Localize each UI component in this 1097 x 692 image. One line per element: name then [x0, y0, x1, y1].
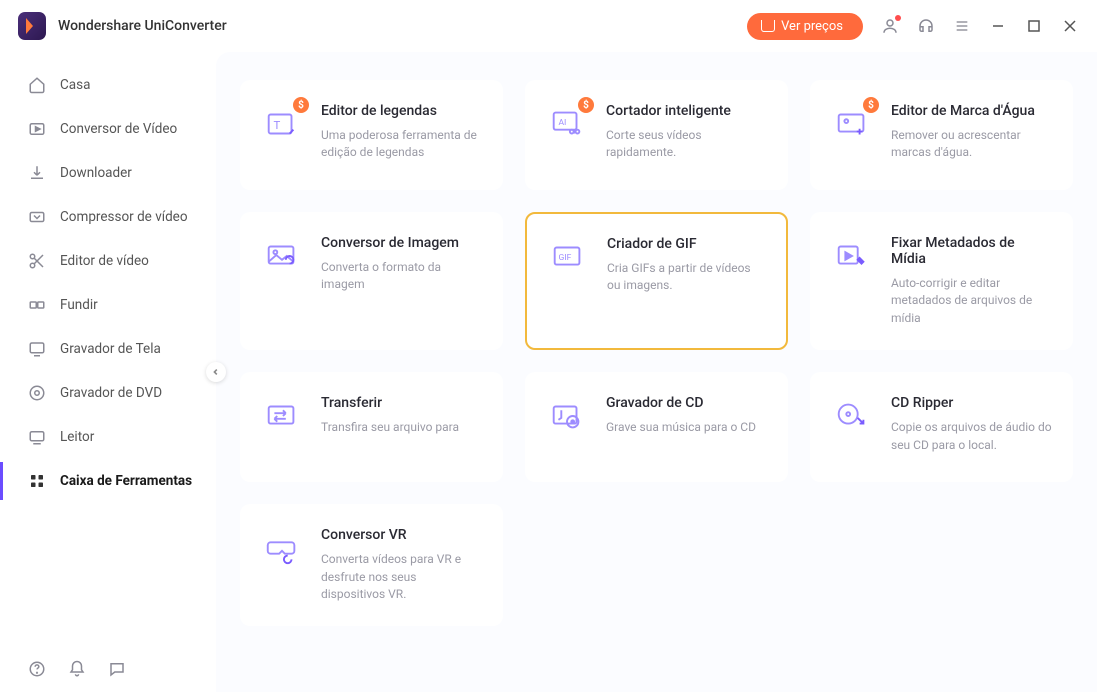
- tool-desc: Corte seus vídeos rapidamente.: [606, 127, 767, 162]
- svg-text:AI: AI: [558, 118, 566, 128]
- tool-card-watermark-editor[interactable]: $ Editor de Marca d'Água Remover ou acre…: [810, 80, 1073, 190]
- hamburger-menu-icon[interactable]: [953, 17, 971, 35]
- app-logo-icon: [18, 12, 46, 40]
- tool-card-cd-burner[interactable]: Gravador de CD Grave sua música para o C…: [525, 372, 788, 482]
- compressor-icon: [28, 208, 46, 226]
- watermark-editor-icon: $: [831, 103, 873, 145]
- notifications-bell-icon[interactable]: [68, 660, 86, 678]
- tool-card-vr-converter[interactable]: Conversor VR Converta vídeos para VR e d…: [240, 504, 503, 626]
- toolbox-icon: [28, 472, 46, 490]
- sidebar-collapse-button[interactable]: [206, 362, 226, 382]
- paid-badge-icon: $: [293, 97, 309, 113]
- app-title: Wondershare UniConverter: [58, 18, 227, 34]
- sidebar-item-home[interactable]: Casa: [0, 66, 216, 104]
- titlebar: Wondershare UniConverter Ver preços: [0, 0, 1097, 52]
- sidebar-item-label: Editor de vídeo: [60, 253, 149, 269]
- tool-title: Editor de legendas: [321, 103, 482, 119]
- tool-desc: Cria GIFs a partir de vídeos ou imagens.: [607, 260, 766, 295]
- gif-maker-icon: GIF: [547, 236, 589, 278]
- cd-burner-icon: [546, 395, 588, 437]
- sidebar-item-merge[interactable]: Fundir: [0, 286, 216, 324]
- window-minimize-button[interactable]: [989, 17, 1007, 35]
- tool-title: CD Ripper: [891, 395, 1052, 411]
- svg-text:GIF: GIF: [559, 253, 572, 263]
- sidebar-item-video-converter[interactable]: Conversor de Vídeo: [0, 110, 216, 148]
- tool-desc: Converta vídeos para VR e desfrute nos s…: [321, 551, 482, 603]
- scissors-icon: [28, 252, 46, 270]
- player-icon: [28, 428, 46, 446]
- toolbox-content: T $ Editor de legendas Uma poderosa ferr…: [216, 52, 1097, 692]
- tool-title: Gravador de CD: [606, 395, 756, 411]
- support-headset-icon[interactable]: [917, 17, 935, 35]
- tool-desc: Uma poderosa ferramenta de edição de leg…: [321, 127, 482, 162]
- sidebar-item-downloader[interactable]: Downloader: [0, 154, 216, 192]
- tool-card-subtitle-editor[interactable]: T $ Editor de legendas Uma poderosa ferr…: [240, 80, 503, 190]
- sidebar-item-label: Caixa de Ferramentas: [60, 473, 192, 489]
- sidebar-item-label: Gravador de DVD: [60, 385, 162, 401]
- tool-desc: Copie os arquivos de áudio do seu CD par…: [891, 419, 1052, 454]
- tool-title: Transferir: [321, 395, 459, 411]
- sidebar-item-label: Casa: [60, 77, 90, 93]
- sidebar-item-label: Gravador de Tela: [60, 341, 161, 357]
- window-close-button[interactable]: [1061, 17, 1079, 35]
- tool-title: Editor de Marca d'Água: [891, 103, 1052, 119]
- image-converter-icon: [261, 235, 303, 277]
- download-icon: [28, 164, 46, 182]
- view-prices-label: Ver preços: [781, 19, 843, 34]
- tool-desc: Transfira seu arquivo para: [321, 419, 459, 436]
- tool-desc: Converta o formato da imagem: [321, 259, 482, 294]
- help-icon[interactable]: [28, 660, 46, 678]
- tool-desc: Grave sua música para o CD: [606, 419, 756, 436]
- feedback-chat-icon[interactable]: [108, 660, 126, 678]
- sidebar-item-label: Downloader: [60, 165, 132, 181]
- svg-text:T: T: [273, 118, 280, 132]
- tool-card-image-converter[interactable]: Conversor de Imagem Converta o formato d…: [240, 212, 503, 350]
- subtitle-editor-icon: T $: [261, 103, 303, 145]
- paid-badge-icon: $: [863, 97, 879, 113]
- tool-card-transfer[interactable]: Transferir Transfira seu arquivo para: [240, 372, 503, 482]
- sidebar-item-screen-recorder[interactable]: Gravador de Tela: [0, 330, 216, 368]
- cart-icon: [761, 20, 775, 32]
- sidebar-item-video-editor[interactable]: Editor de vídeo: [0, 242, 216, 280]
- transfer-icon: [261, 395, 303, 437]
- tool-card-cd-ripper[interactable]: CD Ripper Copie os arquivos de áudio do …: [810, 372, 1073, 482]
- tool-title: Conversor VR: [321, 527, 482, 543]
- sidebar: Casa Conversor de Vídeo Downloader Compr…: [0, 52, 216, 692]
- merge-icon: [28, 296, 46, 314]
- sidebar-item-label: Fundir: [60, 297, 98, 313]
- tool-title: Conversor de Imagem: [321, 235, 482, 251]
- fix-metadata-icon: [831, 235, 873, 277]
- cd-ripper-icon: [831, 395, 873, 437]
- user-account-icon[interactable]: [881, 17, 899, 35]
- paid-badge-icon: $: [578, 97, 594, 113]
- vr-converter-icon: [261, 527, 303, 569]
- sidebar-item-player[interactable]: Leitor: [0, 418, 216, 456]
- screen-recorder-icon: [28, 340, 46, 358]
- dvd-icon: [28, 384, 46, 402]
- tool-title: Criador de GIF: [607, 236, 766, 252]
- tool-desc: Auto-corrigir e editar metadados de arqu…: [891, 275, 1052, 327]
- tool-title: Cortador inteligente: [606, 103, 767, 119]
- tool-card-gif-maker[interactable]: GIF Criador de GIF Cria GIFs a partir de…: [525, 212, 788, 350]
- sidebar-item-dvd-burner[interactable]: Gravador de DVD: [0, 374, 216, 412]
- view-prices-button[interactable]: Ver preços: [747, 13, 863, 40]
- tool-desc: Remover ou acrescentar marcas d'água.: [891, 127, 1052, 162]
- sidebar-item-compressor[interactable]: Compressor de vídeo: [0, 198, 216, 236]
- smart-trimmer-icon: AI $: [546, 103, 588, 145]
- tool-card-fix-metadata[interactable]: Fixar Metadados de Mídia Auto-corrigir e…: [810, 212, 1073, 350]
- tool-title: Fixar Metadados de Mídia: [891, 235, 1052, 267]
- sidebar-item-label: Leitor: [60, 429, 94, 445]
- home-icon: [28, 76, 46, 94]
- tool-card-smart-trimmer[interactable]: AI $ Cortador inteligente Corte seus víd…: [525, 80, 788, 190]
- window-maximize-button[interactable]: [1025, 17, 1043, 35]
- sidebar-item-toolbox[interactable]: Caixa de Ferramentas: [0, 462, 216, 500]
- sidebar-item-label: Compressor de vídeo: [60, 209, 188, 225]
- sidebar-item-label: Conversor de Vídeo: [60, 121, 177, 137]
- video-converter-icon: [28, 120, 46, 138]
- chevron-left-icon: [212, 368, 220, 376]
